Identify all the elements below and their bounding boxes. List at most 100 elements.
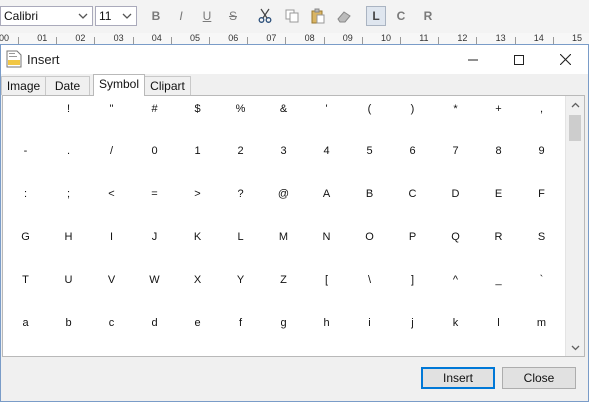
italic-button[interactable]: I xyxy=(171,6,191,26)
symbol-cell[interactable]: m xyxy=(520,317,563,329)
align-right-button[interactable]: R xyxy=(418,6,438,26)
tab-image[interactable]: Image xyxy=(1,76,46,95)
symbol-cell[interactable]: 3 xyxy=(262,145,305,157)
symbol-cell[interactable]: + xyxy=(477,103,520,115)
symbol-cell[interactable]: ' xyxy=(305,103,348,115)
scroll-up-button[interactable] xyxy=(566,96,584,113)
symbol-cell[interactable]: 5 xyxy=(348,145,391,157)
symbol-cell[interactable]: V xyxy=(90,274,133,286)
symbol-cell[interactable]: T xyxy=(4,274,47,286)
symbol-cell[interactable]: E xyxy=(477,188,520,200)
align-center-button[interactable]: C xyxy=(391,6,411,26)
symbol-cell[interactable]: ) xyxy=(391,103,434,115)
symbol-cell[interactable]: * xyxy=(434,103,477,115)
symbol-cell[interactable]: 4 xyxy=(305,145,348,157)
symbol-cell[interactable]: W xyxy=(133,274,176,286)
symbol-cell[interactable]: # xyxy=(133,103,176,115)
cut-button[interactable] xyxy=(255,6,275,26)
symbol-cell[interactable]: < xyxy=(90,188,133,200)
symbol-cell[interactable]: Q xyxy=(434,231,477,243)
underline-button[interactable]: U xyxy=(197,6,217,26)
symbol-cell[interactable]: ; xyxy=(47,188,90,200)
symbol-cell[interactable]: j xyxy=(391,317,434,329)
symbol-cell[interactable]: _ xyxy=(477,274,520,286)
symbol-cell[interactable]: > xyxy=(176,188,219,200)
symbol-cell[interactable]: 8 xyxy=(477,145,520,157)
symbol-cell[interactable]: ^ xyxy=(434,274,477,286)
symbol-cell[interactable]: - xyxy=(4,145,47,157)
symbol-cell[interactable]: ? xyxy=(219,188,262,200)
copy-button[interactable] xyxy=(282,6,302,26)
symbol-cell[interactable]: c xyxy=(90,317,133,329)
symbol-cell[interactable]: U xyxy=(47,274,90,286)
symbol-cell[interactable]: @ xyxy=(262,188,305,200)
close-button[interactable]: Close xyxy=(502,367,576,389)
symbol-cell[interactable]: B xyxy=(348,188,391,200)
font-size-select[interactable]: 11 xyxy=(95,6,137,26)
symbol-cell[interactable]: 2 xyxy=(219,145,262,157)
symbol-cell[interactable]: ] xyxy=(391,274,434,286)
symbol-cell[interactable]: = xyxy=(133,188,176,200)
symbol-cell[interactable]: S xyxy=(520,231,563,243)
symbol-cell[interactable]: M xyxy=(262,231,305,243)
symbol-cell[interactable]: ` xyxy=(520,274,563,286)
tab-date[interactable]: Date xyxy=(45,76,90,95)
symbol-cell[interactable]: H xyxy=(47,231,90,243)
symbol-cell[interactable]: g xyxy=(262,317,305,329)
symbol-cell[interactable]: % xyxy=(219,103,262,115)
symbol-cell[interactable]: 6 xyxy=(391,145,434,157)
symbol-cell[interactable]: Z xyxy=(262,274,305,286)
symbol-cell[interactable]: e xyxy=(176,317,219,329)
symbol-cell[interactable]: K xyxy=(176,231,219,243)
align-left-button[interactable]: L xyxy=(366,6,386,26)
vertical-scrollbar[interactable] xyxy=(565,96,584,356)
symbol-cell[interactable]: k xyxy=(434,317,477,329)
insert-button[interactable]: Insert xyxy=(421,367,495,389)
symbol-cell[interactable]: \ xyxy=(348,274,391,286)
symbol-cell[interactable]: ! xyxy=(47,103,90,115)
minimize-button[interactable] xyxy=(450,45,496,74)
font-name-select[interactable]: Calibri xyxy=(0,6,93,26)
symbol-cell[interactable]: O xyxy=(348,231,391,243)
symbol-cell[interactable]: f xyxy=(219,317,262,329)
symbol-cell[interactable]: & xyxy=(262,103,305,115)
scroll-thumb[interactable] xyxy=(569,115,581,141)
maximize-button[interactable] xyxy=(496,45,542,74)
symbol-cell[interactable]: A xyxy=(305,188,348,200)
symbol-cell[interactable]: h xyxy=(305,317,348,329)
symbol-cell[interactable]: D xyxy=(434,188,477,200)
bold-button[interactable]: B xyxy=(146,6,166,26)
symbol-cell[interactable]: R xyxy=(477,231,520,243)
symbol-cell[interactable]: ( xyxy=(348,103,391,115)
symbol-cell[interactable]: i xyxy=(348,317,391,329)
symbol-cell[interactable]: d xyxy=(133,317,176,329)
symbol-cell[interactable]: G xyxy=(4,231,47,243)
symbol-cell[interactable]: $ xyxy=(176,103,219,115)
symbol-cell[interactable]: . xyxy=(47,145,90,157)
symbol-cell[interactable]: X xyxy=(176,274,219,286)
symbol-cell[interactable]: : xyxy=(4,188,47,200)
symbol-cell[interactable]: 7 xyxy=(434,145,477,157)
symbol-cell[interactable]: N xyxy=(305,231,348,243)
symbol-cell[interactable]: I xyxy=(90,231,133,243)
symbol-cell[interactable]: L xyxy=(219,231,262,243)
symbol-cell[interactable]: 9 xyxy=(520,145,563,157)
symbol-cell[interactable]: F xyxy=(520,188,563,200)
symbol-cell[interactable]: Y xyxy=(219,274,262,286)
tab-symbol[interactable]: Symbol xyxy=(93,74,145,96)
close-window-button[interactable] xyxy=(542,45,588,74)
clear-format-button[interactable] xyxy=(334,6,354,26)
tab-clipart[interactable]: Clipart xyxy=(144,76,191,95)
symbol-cell[interactable]: / xyxy=(90,145,133,157)
symbol-cell[interactable]: 1 xyxy=(176,145,219,157)
symbol-cell[interactable]: a xyxy=(4,317,47,329)
strikethrough-button[interactable]: S xyxy=(223,6,243,26)
symbol-cell[interactable]: C xyxy=(391,188,434,200)
paste-button[interactable] xyxy=(308,6,328,26)
symbol-cell[interactable]: b xyxy=(47,317,90,329)
symbol-cell[interactable]: [ xyxy=(305,274,348,286)
symbol-cell[interactable]: P xyxy=(391,231,434,243)
scroll-down-button[interactable] xyxy=(566,339,584,356)
symbol-cell[interactable]: " xyxy=(90,103,133,115)
symbol-cell[interactable]: , xyxy=(520,103,563,115)
